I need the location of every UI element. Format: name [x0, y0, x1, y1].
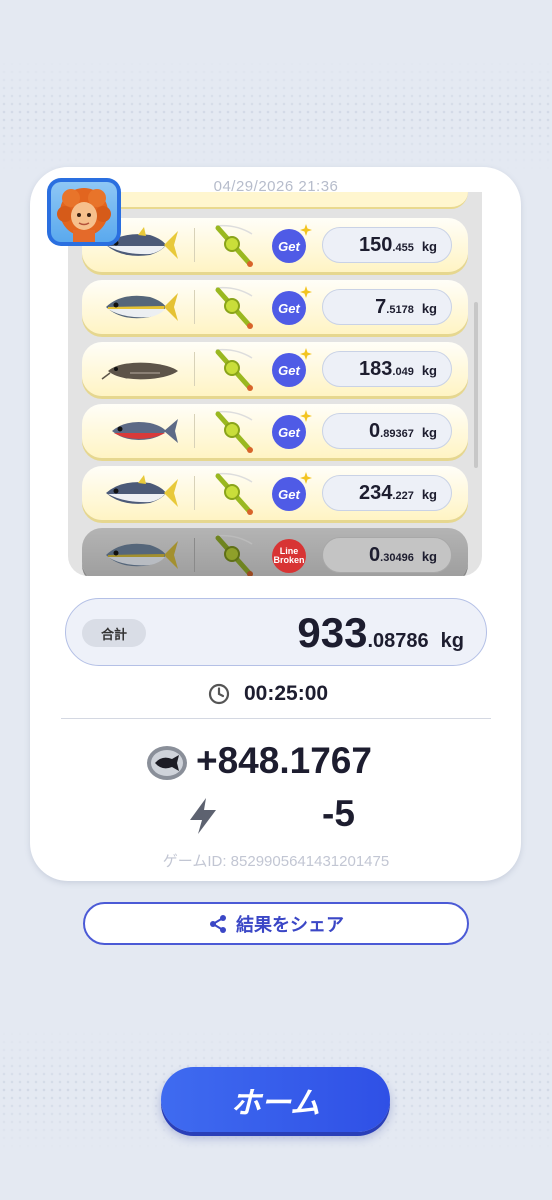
- avatar-image: [51, 182, 117, 242]
- badge-text-line2: Broken: [273, 555, 305, 565]
- background-dots-top: [0, 60, 552, 170]
- row-divider: [194, 228, 195, 262]
- star-icon: [300, 286, 312, 298]
- red-fish-icon: [112, 419, 178, 443]
- weight-decimal: .455: [392, 242, 414, 254]
- star-icon: [300, 472, 312, 484]
- catch-row[interactable]: Get 7.5178 kg: [82, 280, 468, 334]
- energy-bolt-icon: [190, 798, 216, 834]
- star-icon: [300, 410, 312, 422]
- time-value: 00:25:00: [244, 682, 329, 705]
- yellowtail-icon: [106, 293, 178, 321]
- weight-unit: kg: [421, 239, 437, 254]
- weight-unit: kg: [421, 301, 437, 316]
- row-divider: [194, 290, 195, 324]
- share-result-button[interactable]: 結果をシェア: [83, 902, 469, 945]
- catfish-icon: [101, 362, 178, 380]
- catch-weight: 7.5178 kg: [322, 289, 452, 325]
- weight-decimal: .227: [392, 490, 414, 502]
- catch-weight: 0.30496 kg: [322, 537, 452, 573]
- catch-weight: 234.227 kg: [322, 475, 452, 511]
- weight-integer: 0: [369, 544, 381, 566]
- share-button-label: 結果をシェア: [236, 914, 344, 935]
- weight-integer: 0: [369, 420, 381, 442]
- coin-reward: +848.1767: [196, 740, 372, 781]
- list-row-partial: [82, 192, 468, 209]
- row-divider: [194, 352, 195, 386]
- yellowtail-icon: [106, 541, 178, 569]
- elapsed-time: 00:25:00: [208, 682, 328, 706]
- weight-unit: kg: [421, 487, 437, 502]
- catch-row-broken[interactable]: Line Broken 0.30496 kg: [82, 528, 468, 576]
- total-unit: kg: [440, 630, 464, 652]
- star-icon: [300, 348, 312, 360]
- catch-row[interactable]: Get 0.89367 kg: [82, 404, 468, 458]
- clock-icon: [208, 683, 230, 705]
- weight-decimal: .5178: [386, 304, 414, 316]
- home-button-label: ホーム: [230, 1086, 321, 1120]
- catch-row[interactable]: Get 183.049 kg: [82, 342, 468, 396]
- weight-integer: 234: [359, 482, 393, 504]
- fishing-rod-icon: [215, 534, 253, 576]
- catch-weight: 0.89367 kg: [322, 413, 452, 449]
- row-divider: [194, 414, 195, 448]
- fishing-rod-icon: [215, 348, 253, 391]
- row-divider: [194, 476, 195, 510]
- catch-weight: 150.455 kg: [322, 227, 452, 263]
- list-scrollbar[interactable]: [474, 302, 478, 468]
- share-icon: [210, 914, 226, 933]
- total-integer: 933: [297, 609, 368, 656]
- fishing-rod-icon: [215, 410, 253, 453]
- weight-integer: 7: [375, 296, 387, 318]
- weight-integer: 150: [359, 234, 393, 256]
- weight-unit: kg: [421, 549, 437, 564]
- weight-unit: kg: [421, 363, 437, 378]
- coin-icon: [147, 746, 187, 780]
- fishing-rod-icon: [215, 472, 253, 515]
- total-decimal: .08786: [367, 630, 429, 652]
- divider: [61, 718, 491, 719]
- catch-row[interactable]: Get 150.455 kg: [82, 218, 468, 272]
- catch-weight: 183.049 kg: [322, 351, 452, 387]
- total-value: 933.08786 kg: [297, 609, 464, 657]
- weight-decimal: .89367: [380, 428, 414, 440]
- row-divider: [194, 538, 195, 572]
- game-id: ゲームID: 8529905641431201475: [162, 853, 390, 870]
- tuna-icon: [106, 475, 178, 507]
- line-broken-badge: Line Broken: [272, 539, 306, 573]
- total-weight-box: 合計 933.08786 kg: [65, 598, 487, 666]
- fishing-rod-icon: [215, 286, 253, 329]
- weight-decimal: .049: [392, 366, 414, 378]
- star-icon: [300, 224, 312, 236]
- home-button[interactable]: ホーム: [161, 1067, 390, 1132]
- weight-unit: kg: [421, 425, 437, 440]
- catch-list[interactable]: Get 150.455 kg Get 7.5178 kg Get 183 .04…: [68, 192, 482, 576]
- weight-integer: 183: [359, 358, 393, 380]
- catch-row[interactable]: Get 234.227 kg: [82, 466, 468, 520]
- avatar[interactable]: [47, 178, 121, 246]
- weight-decimal: .30496: [380, 552, 414, 564]
- total-label: 合計: [82, 619, 146, 647]
- energy-cost: -5: [322, 793, 355, 834]
- fishing-rod-icon: [215, 224, 253, 267]
